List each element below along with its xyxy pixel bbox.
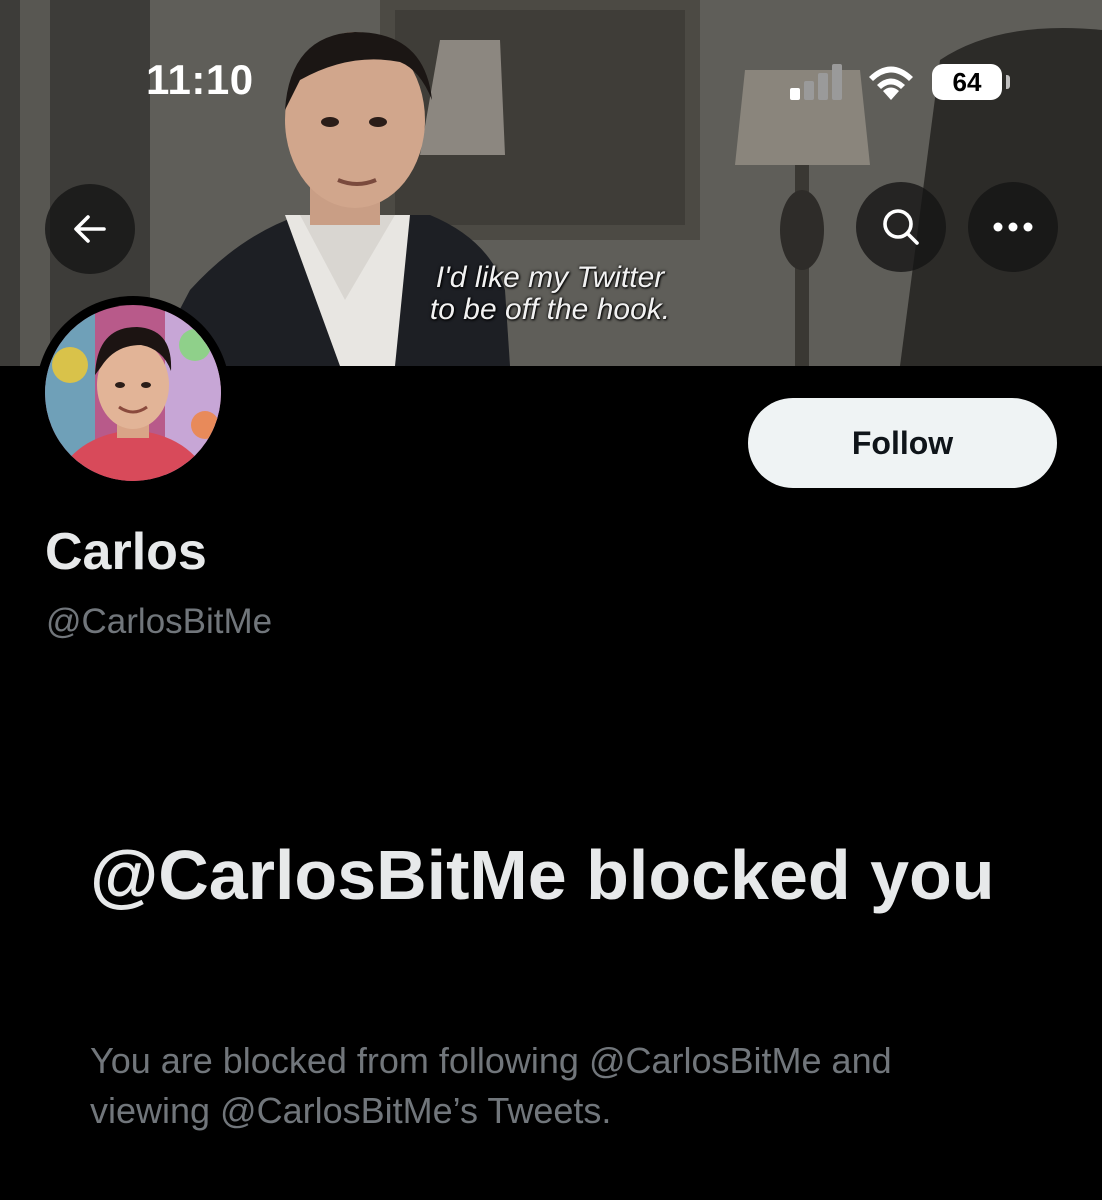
search-button[interactable] <box>856 182 946 272</box>
banner-caption-line1: I'd like my Twitter <box>435 261 665 294</box>
banner-caption: I'd like my Twitter to be off the hook. <box>360 262 740 326</box>
wifi-icon <box>869 66 913 100</box>
status-time: 11:10 <box>146 56 254 103</box>
blocked-title: @CarlosBitMe blocked you <box>90 836 995 914</box>
avatar-image <box>45 305 221 481</box>
arrow-left-icon <box>74 215 106 243</box>
more-horizontal-icon <box>993 222 1033 232</box>
more-button[interactable] <box>968 182 1058 272</box>
display-name: Carlos <box>45 523 207 581</box>
battery-indicator: 64 <box>932 64 1002 100</box>
profile-handle: @CarlosBitMe <box>46 602 273 641</box>
avatar[interactable] <box>36 296 230 490</box>
cellular-signal-icon <box>790 64 842 100</box>
blocked-description: You are blocked from following @CarlosBi… <box>90 1040 892 1131</box>
profile-page: I'd like my Twitter to be off the hook. … <box>0 0 1102 1200</box>
battery-nub <box>1006 75 1010 89</box>
search-icon <box>883 209 919 245</box>
back-button[interactable] <box>45 184 135 274</box>
follow-button[interactable]: Follow <box>748 398 1057 488</box>
banner-caption-line2: to be off the hook. <box>429 293 671 326</box>
